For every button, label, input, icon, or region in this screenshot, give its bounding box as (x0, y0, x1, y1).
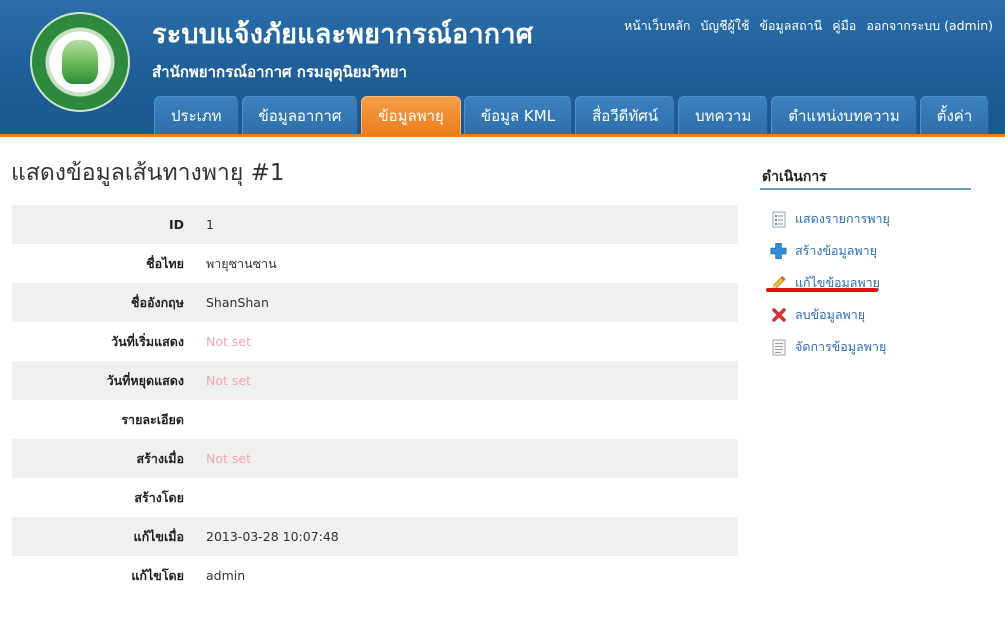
detail-label: สร้างโดย (134, 489, 184, 505)
detail-row-stop-date: วันที่หยุดแสดง Not set (12, 361, 738, 400)
detail-value: Not set (206, 334, 251, 349)
detail-row-description: รายละเอียด (12, 400, 738, 439)
detail-label: วันที่หยุดแสดง (106, 372, 184, 388)
station-link[interactable]: ข้อมูลสถานี (759, 16, 822, 36)
manage-storms-link[interactable]: จัดการข้อมูลพายุ (795, 337, 886, 357)
detail-label: ชื่อไทย (146, 255, 184, 271)
detail-label: รายละเอียด (121, 411, 184, 427)
manual-link[interactable]: คู่มือ (832, 16, 856, 36)
tab-article-positions[interactable]: ตำแหน่งบทความ (771, 96, 917, 135)
list-storms-link[interactable]: แสดงรายการพายุ (795, 209, 890, 229)
detail-row-created-at: สร้างเมื่อ Not set (12, 439, 738, 478)
detail-label: ID (168, 217, 184, 232)
detail-row-start-date: วันที่เริ่มแสดง Not set (12, 322, 738, 361)
storm-detail-table: ID 1 ชื่อไทย พายุซานซาน ชื่ออังกฤษ ShanS… (12, 205, 738, 595)
page-title: แสดงข้อมูลเส้นทางพายุ #1 (11, 160, 285, 186)
create-storm-link[interactable]: สร้างข้อมูลพายุ (795, 241, 877, 261)
operations-divider (760, 188, 971, 190)
top-links: หน้าเว็บหลัก บัญชีผู้ใช้ ข้อมูลสถานี คู่… (624, 16, 993, 36)
header-divider (0, 134, 1005, 137)
detail-value: ShanShan (206, 295, 269, 310)
operations-title: ดำเนินการ (762, 169, 827, 185)
site-title: ระบบแจ้งภัยและพยากรณ์อากาศ (152, 19, 534, 50)
manage-icon (770, 339, 787, 356)
operations-menu: แสดงรายการพายุ สร้างข้อมูลพายุ แก้ไขข้อม… (770, 203, 890, 363)
account-link[interactable]: บัญชีผู้ใช้ (701, 16, 750, 36)
detail-value: พายุซานซาน (206, 255, 277, 271)
tab-settings[interactable]: ตั้งค่า (919, 96, 990, 135)
detail-row-id: ID 1 (12, 205, 738, 244)
site-header: ระบบแจ้งภัยและพยากรณ์อากาศ สำนักพยากรณ์อ… (0, 0, 1005, 135)
detail-row-thai-name: ชื่อไทย พายุซานซาน (12, 244, 738, 283)
detail-value: admin (206, 568, 246, 583)
tab-storm-data[interactable]: ข้อมูลพายุ (361, 96, 461, 135)
logo-emblem-icon (62, 40, 98, 84)
detail-row-updated-by: แก้ไขโดย admin (12, 556, 738, 595)
edit-storm-item[interactable]: แก้ไขข้อมูลพายุ (770, 267, 890, 299)
delete-icon (770, 307, 787, 324)
tab-weather-data[interactable]: ข้อมูลอากาศ (241, 96, 359, 135)
detail-row-english-name: ชื่ออังกฤษ ShanShan (12, 283, 738, 322)
tab-video[interactable]: สื่อวีดีทัศน์ (575, 96, 676, 135)
site-subtitle: สำนักพยากรณ์อากาศ กรมอุตุนิยมวิทยา (152, 63, 407, 81)
logout-link[interactable]: ออกจากระบบ (admin) (866, 16, 993, 36)
main-nav: ประเภท ข้อมูลอากาศ ข้อมูลพายุ ข้อมูล KML… (154, 96, 990, 135)
detail-row-updated-at: แก้ไขเมื่อ 2013-03-28 10:07:48 (12, 517, 738, 556)
list-storms-item[interactable]: แสดงรายการพายุ (770, 203, 890, 235)
tab-articles[interactable]: บทความ (678, 96, 769, 135)
detail-value: 1 (206, 217, 214, 232)
detail-label: สร้างเมื่อ (136, 450, 185, 466)
detail-label: ชื่ออังกฤษ (131, 294, 184, 310)
tab-type[interactable]: ประเภท (154, 96, 239, 135)
detail-label: วันที่เริ่มแสดง (111, 333, 184, 349)
detail-label: แก้ไขเมื่อ (133, 528, 184, 544)
home-link[interactable]: หน้าเว็บหลัก (624, 16, 691, 36)
detail-value: Not set (206, 451, 251, 466)
create-storm-item[interactable]: สร้างข้อมูลพายุ (770, 235, 890, 267)
plus-icon (770, 243, 787, 260)
tab-kml-data[interactable]: ข้อมูล KML (463, 96, 573, 135)
list-icon (770, 211, 787, 228)
detail-value: 2013-03-28 10:07:48 (206, 529, 339, 544)
delete-storm-item[interactable]: ลบข้อมูลพายุ (770, 299, 890, 331)
detail-label: แก้ไขโดย (131, 567, 184, 583)
department-logo[interactable] (30, 12, 130, 112)
highlight-underline (766, 288, 878, 292)
delete-storm-link[interactable]: ลบข้อมูลพายุ (795, 305, 865, 325)
manage-storms-item[interactable]: จัดการข้อมูลพายุ (770, 331, 890, 363)
detail-row-created-by: สร้างโดย (12, 478, 738, 517)
detail-value: Not set (206, 373, 251, 388)
